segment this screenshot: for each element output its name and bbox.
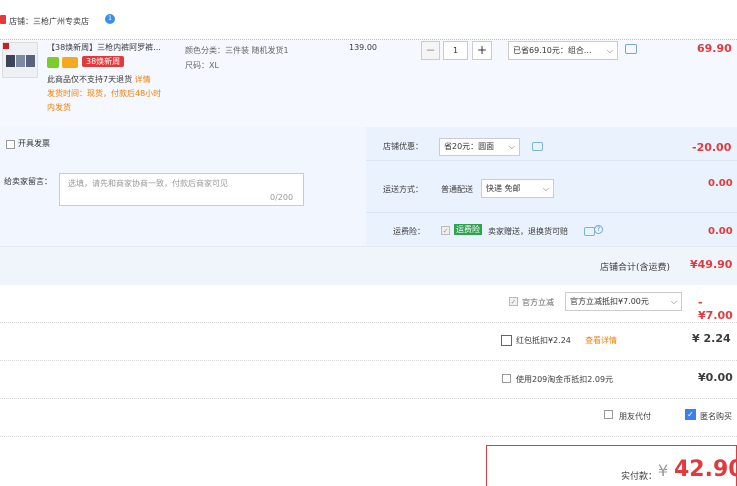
govt-discount-value: 官方立减抵扣¥7.00元	[570, 297, 649, 306]
redpacket-detail-link[interactable]: 查看详情	[585, 335, 617, 346]
payment-amount: 42.90	[674, 457, 737, 482]
message-label: 给卖家留言：	[4, 177, 52, 186]
chat-bubble-icon[interactable]	[532, 142, 543, 151]
redpacket-row	[0, 323, 737, 361]
message-char-count: 0/200	[270, 193, 294, 202]
product-note: 此商品仅不支持7天退货 详情 发货时间：现货，付款后48小时 内发货	[47, 73, 179, 115]
anonymous-label[interactable]: 匿名购买	[700, 411, 732, 422]
item-subtotal: 69.90	[697, 42, 732, 55]
govt-discount-checkbox[interactable]: ✓	[509, 297, 518, 306]
shop-icon	[0, 15, 6, 24]
payment-currency: ¥	[658, 461, 669, 480]
item-promo-value: 已省69.10元：组合...	[513, 46, 592, 55]
insurance-badge: 运费险	[454, 224, 482, 235]
quantity-increase-button[interactable]: +	[472, 41, 492, 60]
message-placeholder: 选填，请先和商家协商一致，付款后商家可见	[68, 179, 228, 188]
redpacket-label: 红包抵扣¥2.24	[516, 336, 571, 345]
coin-checkbox[interactable]	[502, 374, 511, 383]
wangwang-chat-icon[interactable]: 1	[105, 14, 115, 24]
coupon-tag-icon	[62, 57, 78, 68]
payment-label: 实付款：	[621, 472, 658, 482]
delivery-amount: 0.00	[708, 178, 733, 189]
ship-time-text: 发货时间：现货，付款后48小时	[47, 89, 162, 98]
govt-discount-amount: -¥7.00	[698, 296, 733, 322]
shop-subtotal-label: 店铺合计(含运费)	[600, 263, 671, 273]
insurance-label: 运费险：	[393, 227, 425, 236]
unit-price: 139.00	[349, 43, 377, 52]
redpacket-amount: ¥ 2.24	[692, 332, 731, 345]
govt-discount-select[interactable]: 官方立减抵扣¥7.00元 ⌵	[565, 292, 682, 311]
invoice-label[interactable]: 开具发票	[18, 138, 50, 149]
divider	[366, 160, 737, 161]
promo-tag-badge: 38焕新周	[82, 56, 125, 67]
shop-discount-select[interactable]: 省20元：圆面 ⌵	[439, 138, 520, 156]
item-promo-select[interactable]: 已省69.10元：组合... ⌵	[508, 41, 618, 60]
insurance-text: 卖家赠送，退换货可赔	[488, 227, 568, 236]
chevron-down-icon: ⌵	[606, 46, 613, 55]
friend-pay-checkbox[interactable]	[604, 410, 613, 419]
delivery-select-value: 快递 免邮	[486, 184, 521, 193]
chat-bubble-icon[interactable]	[625, 44, 637, 54]
invoice-checkbox[interactable]	[6, 140, 15, 149]
shop-subtotal-amount: ¥49.90	[690, 258, 733, 271]
friend-pay-label[interactable]: 朋友代付	[619, 411, 651, 422]
delivery-type: 普通配送	[441, 185, 473, 194]
coin-amount: ¥0.00	[698, 371, 733, 384]
shop-name-link[interactable]: 店铺：三枪广州专卖店	[9, 16, 89, 27]
redpacket-checkbox[interactable]	[501, 335, 512, 346]
insurance-amount: 0.00	[708, 226, 733, 237]
chevron-down-icon: ⌵	[670, 297, 677, 306]
chevron-down-icon: ⌵	[542, 184, 549, 193]
help-icon[interactable]: ?	[594, 225, 603, 234]
product-size-attr: 尺码：XL	[185, 61, 219, 70]
coin-row	[0, 361, 737, 399]
quantity-input[interactable]: 1	[443, 41, 468, 60]
ship-time-text-2: 内发货	[47, 103, 71, 112]
chevron-down-icon: ⌵	[508, 142, 515, 151]
shop-discount-amount: -20.00	[692, 141, 732, 154]
product-title-link[interactable]: 【38焕新周】三枪内裤阿罗裤...	[47, 42, 179, 53]
coin-label: 使用209淘金币抵扣2.09元	[516, 375, 614, 384]
shop-discount-label: 店铺优惠：	[383, 142, 423, 151]
delivery-select[interactable]: 快递 免邮 ⌵	[481, 179, 554, 198]
shop-discount-value: 省20元：圆面	[444, 142, 495, 151]
divider	[366, 212, 737, 213]
product-attributes: 颜色分类：三件装 随机发货1 尺码：XL	[185, 43, 289, 73]
govt-discount-label: 官方立减	[522, 298, 554, 307]
product-color-attr: 颜色分类：三件装 随机发货1	[185, 46, 289, 55]
anonymous-checkbox[interactable]: ✓	[685, 409, 696, 420]
service-tag-icon	[47, 57, 59, 68]
product-thumbnail[interactable]	[2, 42, 38, 78]
delivery-label: 运送方式：	[383, 185, 423, 194]
insurance-checkbox[interactable]: ✓	[441, 226, 450, 235]
return-policy-text: 此商品仅不支持7天退货	[47, 75, 133, 84]
quantity-decrease-button[interactable]: −	[421, 41, 440, 60]
return-policy-detail-link[interactable]: 详情	[135, 75, 151, 84]
